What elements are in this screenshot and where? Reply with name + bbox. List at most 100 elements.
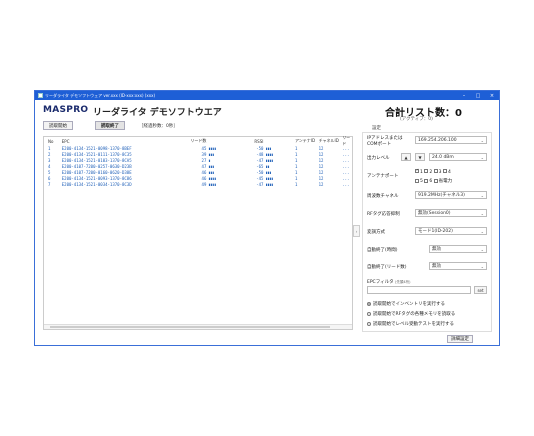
row-epc: E200-4134-1521-0111-1370-8C35: [61, 151, 132, 157]
autostop-time-label: 自動終了(時間): [367, 248, 398, 253]
col-no[interactable]: No: [48, 139, 62, 144]
row-rssi-bar: ▮▮▮▮: [265, 175, 274, 181]
title-bar: リーダライタ デモソフトウェア ver.xxx (ID-xxx:xxx) (xx…: [35, 91, 499, 100]
table-row[interactable]: 7 E200-4134-1521-0034-1370-8C3D 49 ▮▮▮▮ -47 ▮…: [44, 181, 352, 187]
app-window: リーダライタ デモソフトウェア ver.xxx (ID-xxx:xxx) (xx…: [34, 90, 500, 346]
row-read: ...: [342, 181, 350, 187]
app-title: リーダライタ デモソフトウエア: [93, 108, 222, 118]
window-title: リーダライタ デモソフトウェア ver.xxx (ID-xxx:xxx) (xx…: [45, 92, 156, 98]
table-row[interactable]: 4 E200-4107-7200-0257-0630-D23B 47 ▮▮▮ -65 ▮▮…: [44, 163, 352, 169]
table-row[interactable]: 5 E200-4107-7200-0160-0620-D38E 46 ▮▮▮ -50 ▮▮…: [44, 169, 352, 175]
ip-select[interactable]: 169.254.206.100 ⌄: [415, 136, 487, 144]
row-antenna: 1: [294, 163, 298, 169]
modulation-select[interactable]: モード1(ID-202) ⌄: [415, 227, 487, 235]
row-count: 49: [201, 181, 207, 187]
epc-filter-label: EPCフィルタ (先頭4桁): [367, 280, 411, 285]
antenna-6-checkbox[interactable]: 6: [424, 178, 432, 184]
row-rssi-bar: ▮▮▮▮: [265, 151, 274, 157]
antenna-4-checkbox[interactable]: 4: [442, 169, 451, 175]
tag-table[interactable]: No EPC リード数 RSSI アンテナID チャネルID リード 1 E200…: [43, 135, 353, 330]
stop-read-button[interactable]: 読取終了: [95, 121, 125, 130]
row-channel: 12: [318, 157, 324, 163]
row-antenna: 1: [294, 169, 298, 175]
autostop-time-select[interactable]: 無効 ⌄: [429, 245, 487, 253]
row-epc: E200-4134-1521-0034-1370-8C3D: [61, 181, 132, 187]
row-count: 47: [201, 163, 207, 169]
row-count-bar: ▮▮▮: [208, 169, 215, 175]
modulation-label: 変調方式: [367, 230, 385, 235]
row-no: 2: [48, 151, 51, 157]
antenna-ports-row2: 5 6 省電力: [415, 178, 490, 184]
rf-suppress-select[interactable]: 無効(Session0) ⌄: [415, 209, 487, 217]
row-antenna: 1: [294, 181, 298, 187]
row-count: 39: [201, 151, 207, 157]
maximize-icon[interactable]: □: [471, 93, 485, 99]
row-channel: 12: [318, 169, 324, 175]
epc-filter-input[interactable]: [367, 286, 471, 294]
minimize-icon[interactable]: –: [457, 93, 471, 99]
row-count: 46: [201, 169, 207, 175]
row-count: 46: [201, 175, 207, 181]
row-count-bar: ▮▮▮: [208, 163, 215, 169]
panel-toggle-button[interactable]: ›: [353, 225, 360, 237]
app-icon: [38, 93, 43, 98]
antenna-label: アンテナポート: [367, 174, 399, 179]
col-antenna[interactable]: アンテナID: [295, 138, 319, 144]
filter-set-button[interactable]: set: [474, 286, 487, 294]
row-count-bar: ▮▮▮▮: [208, 181, 216, 187]
close-icon[interactable]: ×: [485, 93, 499, 99]
row-epc: E200-4134-1521-0093-1370-8C86: [61, 175, 132, 181]
antenna-1-checkbox[interactable]: 1: [415, 169, 423, 175]
row-read: ...: [342, 145, 350, 151]
table-row[interactable]: 2 E200-4134-1521-0111-1370-8C35 39 ▮▮▮ -48 ▮▮…: [44, 151, 352, 157]
power-up-button[interactable]: ▲: [401, 153, 411, 161]
col-count[interactable]: リード数: [177, 138, 209, 144]
row-read: ...: [342, 175, 350, 181]
detail-settings-button[interactable]: 詳細設定: [447, 335, 473, 343]
settings-panel: IPアドレスまたは COMポート 169.254.206.100 ⌄ 出力レベル …: [362, 132, 492, 332]
horizontal-scrollbar[interactable]: [44, 324, 352, 329]
table-row[interactable]: 3 E200-4134-1521-0103-1370-8CA5 27 ▮ -47 ▮▮▮▮…: [44, 157, 352, 163]
power-select[interactable]: 24.0 dBm ⌄: [429, 153, 487, 161]
col-channel[interactable]: チャネルID: [319, 138, 343, 144]
row-epc: E200-4107-7200-0160-0620-D38E: [61, 169, 132, 175]
channel-select[interactable]: 919.2MHz(チャネル3) ⌄: [415, 191, 487, 199]
power-label: 出力レベル: [367, 156, 390, 161]
col-rssi[interactable]: RSSI: [236, 139, 266, 144]
autostop-count-select[interactable]: 無効 ⌄: [429, 262, 487, 270]
row-count-bar: ▮: [208, 157, 211, 163]
row-rssi: -50: [256, 145, 264, 151]
row-count-bar: ▮▮▮: [208, 151, 215, 157]
logo: MASPRO: [43, 105, 89, 115]
radio-level-test[interactable]: 読取開始でレベル受動テストを実行する: [367, 321, 454, 327]
row-antenna: 1: [294, 175, 298, 181]
row-channel: 12: [318, 145, 324, 151]
radio-inventory[interactable]: 読取開始でインベントリを実行する: [367, 301, 445, 307]
row-read: ...: [342, 151, 350, 157]
antenna-2-checkbox[interactable]: 2: [424, 169, 432, 175]
channel-label: 周波数チャネル: [367, 194, 399, 199]
row-read: ...: [342, 157, 350, 163]
table-row[interactable]: 1 E200-4134-1521-0098-1370-8BEF 45 ▮▮▮▮ -50 ▮…: [44, 145, 352, 151]
row-read: ...: [342, 169, 350, 175]
power-down-button[interactable]: ▼: [415, 153, 425, 161]
row-rssi: -47: [256, 181, 264, 187]
active-count: (アクティブ：0): [400, 117, 433, 122]
power-save-checkbox[interactable]: 省電力: [433, 178, 452, 184]
row-antenna: 1: [294, 157, 298, 163]
row-no: 5: [48, 169, 51, 175]
row-no: 7: [48, 181, 51, 187]
row-channel: 12: [318, 151, 324, 157]
radio-read-memory[interactable]: 読取開始でRFタグの各種メモリを読取る: [367, 311, 455, 317]
start-read-button[interactable]: 読取開始: [43, 121, 73, 130]
row-rssi-bar: ▮▮▮▮: [265, 181, 274, 187]
rf-suppress-label: RFタグ応答抑制: [367, 212, 400, 217]
row-rssi: -47: [256, 157, 264, 163]
row-rssi: -50: [256, 169, 264, 175]
col-epc[interactable]: EPC: [62, 139, 177, 144]
table-row[interactable]: 6 E200-4134-1521-0093-1370-8C86 46 ▮▮▮▮ -45 ▮…: [44, 175, 352, 181]
row-channel: 12: [318, 181, 324, 187]
antenna-5-checkbox[interactable]: 5: [415, 178, 423, 184]
row-no: 3: [48, 157, 51, 163]
antenna-3-checkbox[interactable]: 3: [433, 169, 442, 175]
